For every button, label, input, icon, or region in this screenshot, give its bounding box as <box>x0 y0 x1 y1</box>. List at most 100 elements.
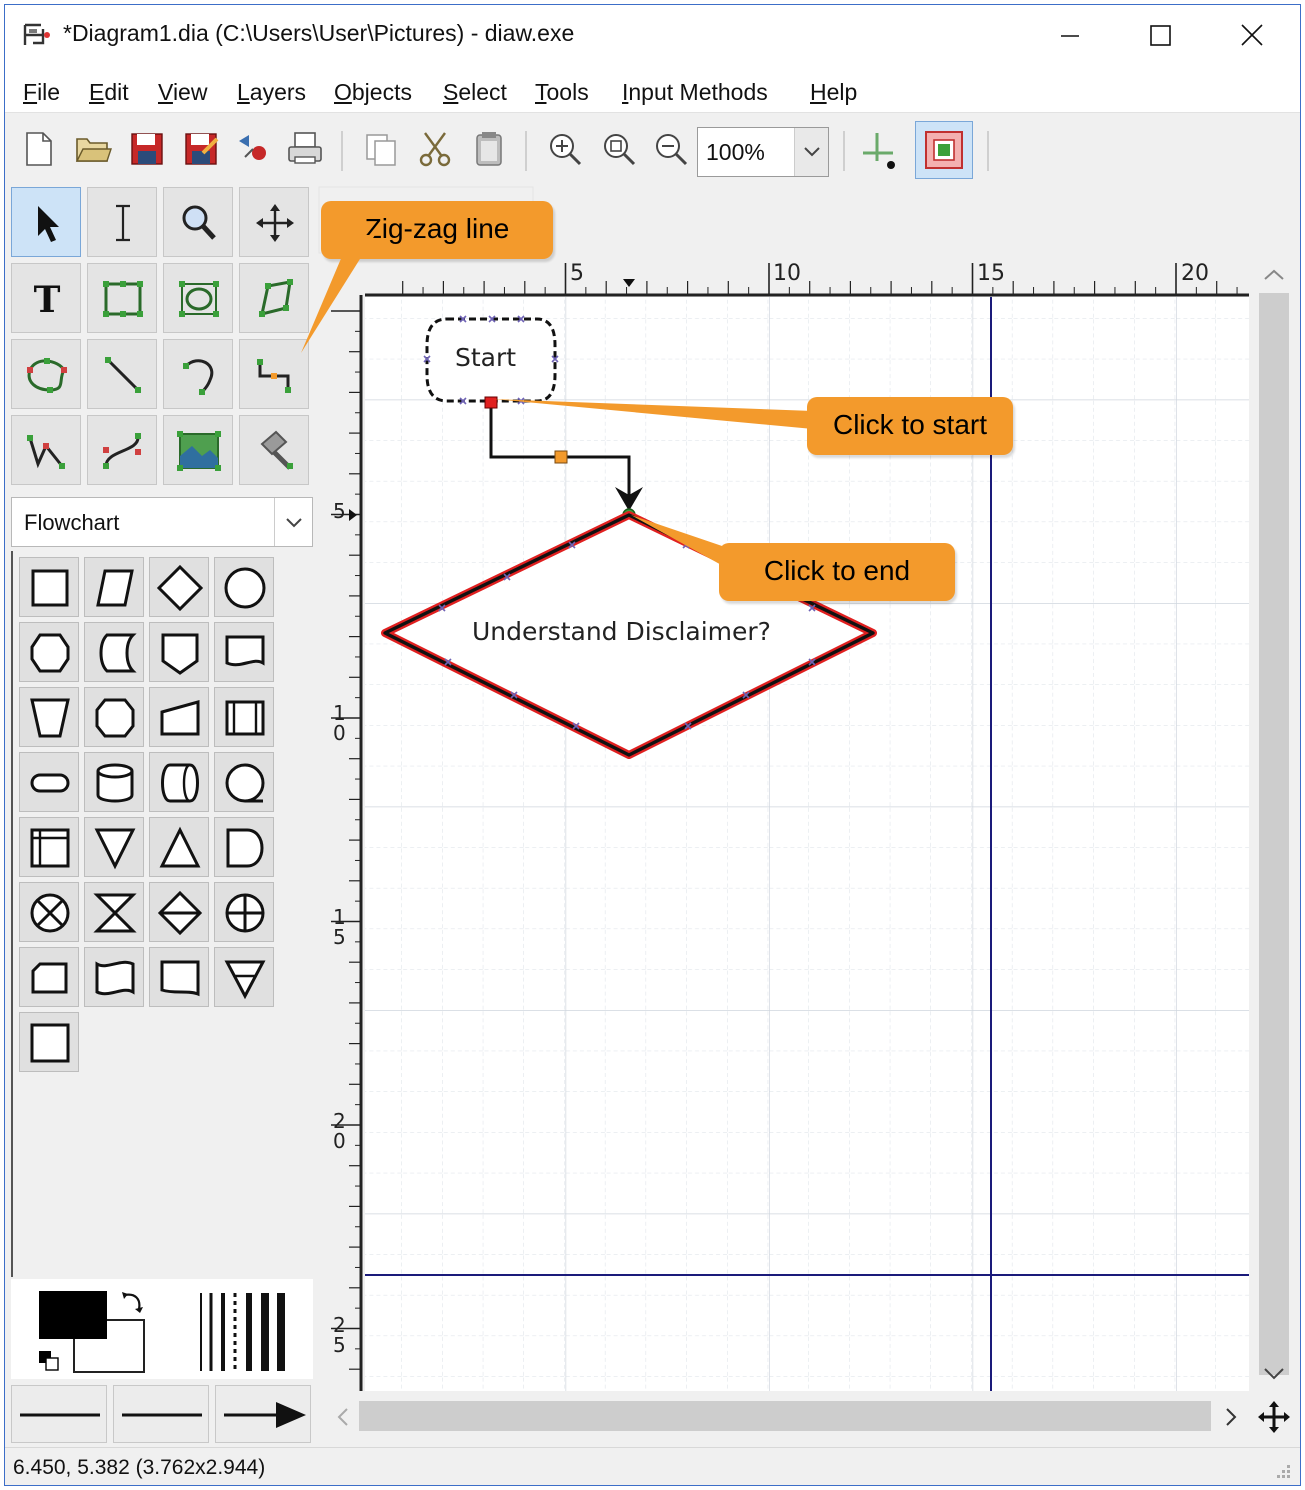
print-button[interactable] <box>285 129 325 169</box>
copy-button[interactable] <box>361 129 401 169</box>
save-as-button[interactable] <box>181 129 221 169</box>
arc-tool[interactable] <box>163 339 233 409</box>
connector-shape-icon <box>224 567 266 609</box>
offline-storage-shape-icon <box>224 960 266 1000</box>
shape-manual-input[interactable] <box>149 687 209 747</box>
shape-display[interactable] <box>19 1012 79 1072</box>
top-ruler-label-20: 20 <box>1181 261 1209 286</box>
menu-layers[interactable]: Layers <box>237 79 306 106</box>
polyline-tool[interactable] <box>11 415 81 485</box>
shape-decision[interactable] <box>149 557 209 617</box>
close-button[interactable] <box>1207 5 1299 67</box>
shape-internal-storage[interactable] <box>19 817 79 877</box>
outline-tool[interactable] <box>239 415 309 485</box>
menu-input-methods[interactable]: Input Methods <box>622 79 768 106</box>
shape-stored-data[interactable] <box>84 622 144 682</box>
default-colors-icon[interactable] <box>37 1349 61 1373</box>
start-arrow-button[interactable] <box>11 1385 107 1443</box>
shape-card[interactable] <box>19 947 79 1007</box>
maximize-button[interactable] <box>1115 5 1207 67</box>
diagram-canvas[interactable] <box>317 185 1301 1445</box>
menu-edit[interactable]: Edit <box>89 79 129 106</box>
zoom-fit-button[interactable] <box>599 129 639 169</box>
shape-document[interactable] <box>214 622 274 682</box>
shape-delay[interactable] <box>214 817 274 877</box>
shape-summing-junction[interactable] <box>19 882 79 942</box>
horizontal-scrollbar-thumb[interactable] <box>359 1401 1211 1431</box>
minimize-button[interactable] <box>1023 5 1115 67</box>
shape-punched-tape[interactable] <box>84 947 144 1007</box>
or-shape-icon <box>225 893 265 933</box>
zoom-combo[interactable]: 100% <box>697 127 829 177</box>
sheet-dropdown-button[interactable] <box>274 498 312 546</box>
bezier-line-icon <box>103 433 141 469</box>
save-button[interactable] <box>127 129 167 169</box>
zoom-dropdown-button[interactable] <box>794 128 828 176</box>
shape-extract[interactable] <box>149 817 209 877</box>
menu-objects[interactable]: Objects <box>334 79 412 106</box>
shape-palette <box>11 551 313 1277</box>
navigation-icon[interactable] <box>1258 1401 1290 1433</box>
shape-offline-storage[interactable] <box>214 947 274 1007</box>
shape-offpage[interactable] <box>149 622 209 682</box>
new-file-button[interactable] <box>19 129 59 169</box>
shape-sequential-data[interactable] <box>214 752 274 812</box>
export-button[interactable] <box>233 129 273 169</box>
snap-to-objects-button[interactable] <box>915 121 973 179</box>
decision-label: Understand Disclaimer? <box>472 617 771 646</box>
shape-terminal-round[interactable] <box>84 687 144 747</box>
shape-preparation[interactable] <box>19 622 79 682</box>
menu-view[interactable]: View <box>158 79 207 106</box>
snap-to-grid-button[interactable] <box>863 129 903 169</box>
shape-magnetic-disk[interactable] <box>84 752 144 812</box>
menu-select[interactable]: Select <box>443 79 507 106</box>
zoom-in-button[interactable] <box>545 129 585 169</box>
status-bar: 6.450, 5.382 (3.762x2.944) <box>5 1447 1300 1485</box>
shape-manual-operation[interactable] <box>19 687 79 747</box>
shape-sort[interactable] <box>149 882 209 942</box>
cut-button[interactable] <box>415 129 455 169</box>
shape-direct-access[interactable] <box>149 752 209 812</box>
vertical-scrollbar-thumb[interactable] <box>1259 293 1289 1375</box>
shape-data[interactable] <box>84 557 144 617</box>
line-width-selector-icon[interactable] <box>197 1291 287 1373</box>
click-to-end-callout: Click to end <box>719 543 955 601</box>
shape-terminal[interactable] <box>19 752 79 812</box>
shape-or[interactable] <box>214 882 274 942</box>
diagram-canvas-area: 5 10 15 20 5 1 0 1 5 2 0 2 5 Start Under… <box>317 185 1301 1445</box>
shape-process[interactable] <box>19 557 79 617</box>
image-tool[interactable] <box>163 415 233 485</box>
resize-grip-icon[interactable] <box>1274 1462 1292 1480</box>
bezier-line-tool[interactable] <box>87 415 157 485</box>
text-tool[interactable]: T <box>11 263 81 333</box>
foreground-color-swatch[interactable] <box>39 1291 107 1339</box>
direct-access-shape-icon <box>161 763 199 803</box>
shape-merge[interactable] <box>84 817 144 877</box>
paste-button[interactable] <box>469 129 509 169</box>
color-selector <box>11 1279 313 1379</box>
end-arrow-button[interactable] <box>215 1385 311 1443</box>
zoom-out-button[interactable] <box>651 129 691 169</box>
ellipse-tool[interactable] <box>163 263 233 333</box>
open-button[interactable] <box>73 129 113 169</box>
chevron-down-icon <box>804 147 820 157</box>
menu-help[interactable]: Help <box>810 79 857 106</box>
line-style-button[interactable] <box>113 1385 209 1443</box>
shape-connector[interactable] <box>214 557 274 617</box>
line-tool[interactable] <box>87 339 157 409</box>
magnify-tool[interactable] <box>163 187 233 257</box>
menu-tools[interactable]: Tools <box>535 79 589 106</box>
menu-file[interactable]: File <box>23 79 60 106</box>
sheet-selector[interactable]: Flowchart <box>11 497 313 547</box>
shape-predefined-process[interactable] <box>214 687 274 747</box>
extract-shape-icon <box>159 826 201 868</box>
box-tool[interactable] <box>87 263 157 333</box>
shape-collate[interactable] <box>84 882 144 942</box>
beziergon-tool[interactable] <box>11 339 81 409</box>
shape-online-storage[interactable] <box>149 947 209 1007</box>
pointer-tool[interactable] <box>11 187 81 257</box>
swap-colors-icon[interactable] <box>119 1289 147 1317</box>
polyline-icon <box>27 435 65 469</box>
zoom-in-icon <box>550 134 582 166</box>
text-edit-tool[interactable] <box>87 187 157 257</box>
